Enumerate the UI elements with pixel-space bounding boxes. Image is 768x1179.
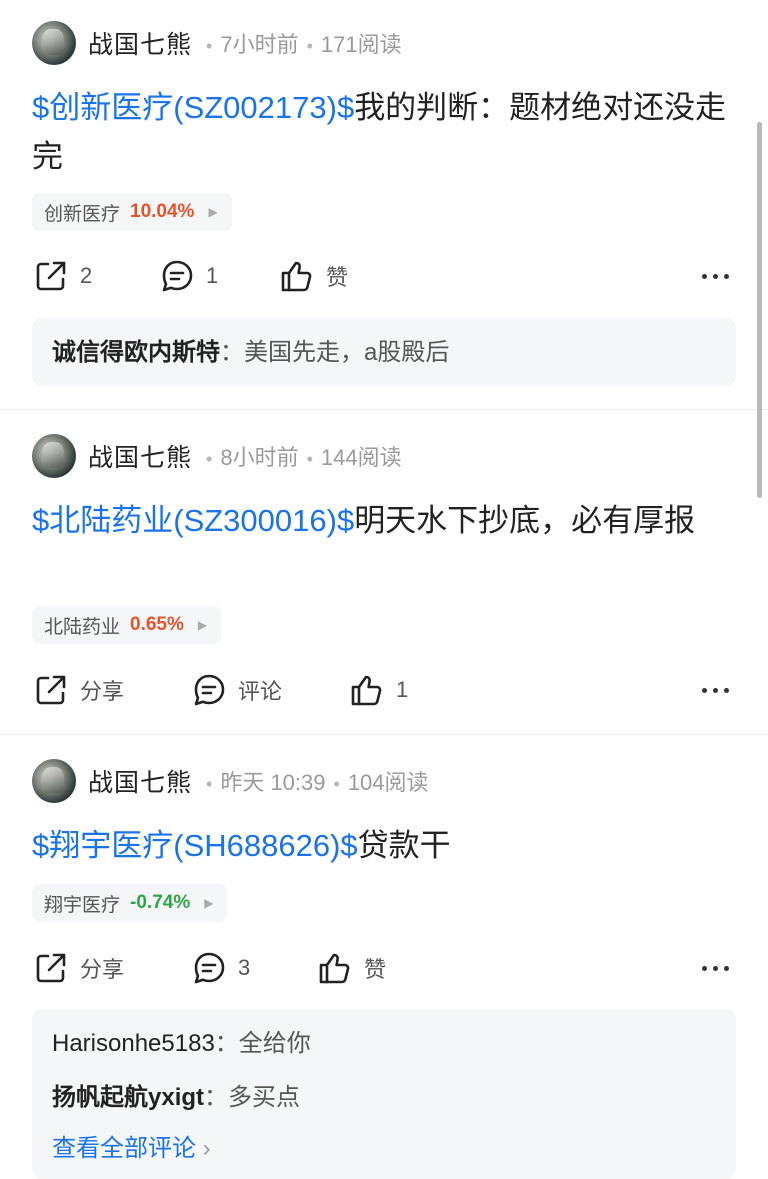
commenter-name[interactable]: 诚信得欧内斯特 [52, 339, 220, 366]
avatar[interactable] [32, 759, 76, 803]
post-meta: • 昨天 10:39 • 104阅读 [206, 770, 429, 795]
comment-line[interactable]: 诚信得欧内斯特：美国先走，a股殿后 [52, 338, 449, 368]
author-name[interactable]: 战国七熊 [88, 438, 192, 474]
like-button[interactable]: 赞 [278, 254, 348, 298]
like-count: 赞 [326, 265, 349, 290]
share-button[interactable]: 分享 [32, 668, 124, 712]
scrollbar[interactable] [757, 122, 762, 498]
share-button[interactable]: 2 [32, 254, 92, 298]
stock-tag-name: 创新医疗 [44, 203, 121, 225]
comment-icon [194, 952, 225, 984]
post-header: 战国七熊 • 8小时前 • 144阅读 [32, 434, 402, 478]
post-card[interactable]: 战国七熊 • 8小时前 • 144阅读 $北陆药业(SZ300016)$明天水下抄底，… [0, 410, 768, 733]
share-count: 2 [80, 263, 93, 288]
caret-right-icon: ▶ [197, 618, 208, 632]
post-text: 贷款干 [357, 828, 451, 863]
post-card[interactable]: 战国七熊 • 7小时前 • 171阅读 $创新医疗(SZ002173)$我的判断：题材… [0, 0, 768, 409]
post-time: 7小时前 [220, 32, 299, 57]
like-count: 赞 [364, 957, 387, 982]
post-meta: • 7小时前 • 171阅读 [206, 32, 402, 57]
comment-text: 全给你 [238, 1030, 311, 1057]
view-all-comments-link[interactable]: 查看全部评论 › [52, 1134, 211, 1164]
stock-tag-change: 10.04% [130, 201, 195, 222]
avatar[interactable] [32, 434, 76, 478]
read-count: 104阅读 [347, 770, 429, 795]
stock-tag[interactable]: 创新医疗 10.04% ▶ [32, 193, 232, 231]
stock-tag-change: -0.74% [130, 892, 191, 913]
read-count: 171阅读 [320, 32, 402, 57]
like-button[interactable]: 赞 [316, 946, 386, 990]
post-header: 战国七熊 • 7小时前 • 171阅读 [32, 21, 402, 65]
comment-icon [162, 260, 193, 292]
thumbs-up-icon [351, 675, 382, 706]
post-title[interactable]: $北陆药业(SZ300016)$明天水下抄底，必有厚报 [32, 496, 732, 545]
commenter-name[interactable]: Harisonhe5183 [52, 1030, 215, 1057]
comment-text: 多买点 [228, 1084, 301, 1111]
post-meta: • 8小时前 • 144阅读 [206, 445, 402, 470]
share-icon [36, 675, 66, 705]
post-title[interactable]: $创新医疗(SZ002173)$我的判断：题材绝对还没走完 [32, 83, 732, 181]
post-title[interactable]: $翔宇医疗(SH688626)$贷款干 [32, 821, 732, 870]
comment-preview[interactable]: Harisonhe5183：全给你 扬帆起航yxigt：多买点 查看全部评论 › [32, 1009, 736, 1179]
comment-count: 3 [238, 955, 251, 980]
like-count: 1 [396, 677, 409, 702]
avatar[interactable] [32, 21, 76, 65]
caret-right-icon: ▶ [204, 896, 214, 910]
share-label: 分享 [80, 957, 125, 982]
action-bar: 分享 3 赞 [32, 946, 736, 990]
comment-preview[interactable]: 诚信得欧内斯特：美国先走，a股殿后 [32, 318, 736, 386]
share-label: 分享 [80, 679, 125, 704]
comment-text: 美国先走，a股殿后 [244, 339, 450, 366]
stock-tag-change: 0.65% [130, 614, 184, 635]
thumbs-up-icon [319, 953, 350, 984]
comment-button[interactable]: 1 [158, 254, 218, 298]
read-count: 144阅读 [320, 445, 402, 470]
comment-icon [194, 674, 225, 706]
action-bar: 2 1 赞 [32, 254, 736, 298]
comment-button[interactable]: 3 [190, 946, 250, 990]
commenter-name[interactable]: 扬帆起航yxigt [52, 1084, 204, 1111]
post-card[interactable]: 战国七熊 • 昨天 10:39 • 104阅读 $翔宇医疗(SH688626)$贷款干… [0, 735, 768, 1179]
share-button[interactable]: 分享 [32, 946, 124, 990]
stock-tag-name: 翔宇医疗 [44, 894, 121, 916]
post-time: 昨天 10:39 [220, 770, 326, 795]
comment-line[interactable]: Harisonhe5183：全给你 [52, 1029, 311, 1059]
post-header: 战国七熊 • 昨天 10:39 • 104阅读 [32, 759, 429, 803]
share-icon [36, 953, 66, 983]
author-name[interactable]: 战国七熊 [88, 25, 192, 61]
comment-separator: ： [214, 1030, 239, 1057]
like-button[interactable]: 1 [348, 668, 408, 712]
stock-tag[interactable]: 翔宇医疗 -0.74% ▶ [32, 884, 228, 922]
thumbs-up-icon [281, 261, 312, 292]
action-bar: 分享 评论 1 [32, 668, 736, 712]
comment-button[interactable]: 评论 [190, 668, 282, 712]
comment-separator: ： [204, 1084, 229, 1111]
share-icon [36, 261, 66, 291]
view-all-label: 查看全部评论 [52, 1135, 196, 1162]
post-time: 8小时前 [220, 445, 299, 470]
comment-separator: ： [220, 339, 244, 366]
comment-line[interactable]: 扬帆起航yxigt：多买点 [52, 1083, 300, 1113]
author-name[interactable]: 战国七熊 [88, 763, 192, 799]
more-icon[interactable] [699, 946, 732, 990]
post-text: 明天水下抄底，必有厚报 [354, 503, 696, 538]
more-icon[interactable] [699, 668, 732, 712]
stock-link[interactable]: $北陆药业(SZ300016)$ [32, 503, 354, 538]
caret-right-icon: ▶ [208, 205, 218, 219]
stock-tag[interactable]: 北陆药业 0.65% ▶ [32, 606, 222, 644]
more-icon[interactable] [699, 254, 732, 298]
chevron-right-icon: › [202, 1135, 211, 1162]
comment-count: 1 [206, 263, 219, 288]
comment-label: 评论 [238, 679, 283, 704]
stock-link[interactable]: $创新医疗(SZ002173)$ [32, 90, 354, 125]
stock-link[interactable]: $翔宇医疗(SH688626)$ [32, 828, 358, 863]
stock-tag-name: 北陆药业 [44, 616, 121, 638]
